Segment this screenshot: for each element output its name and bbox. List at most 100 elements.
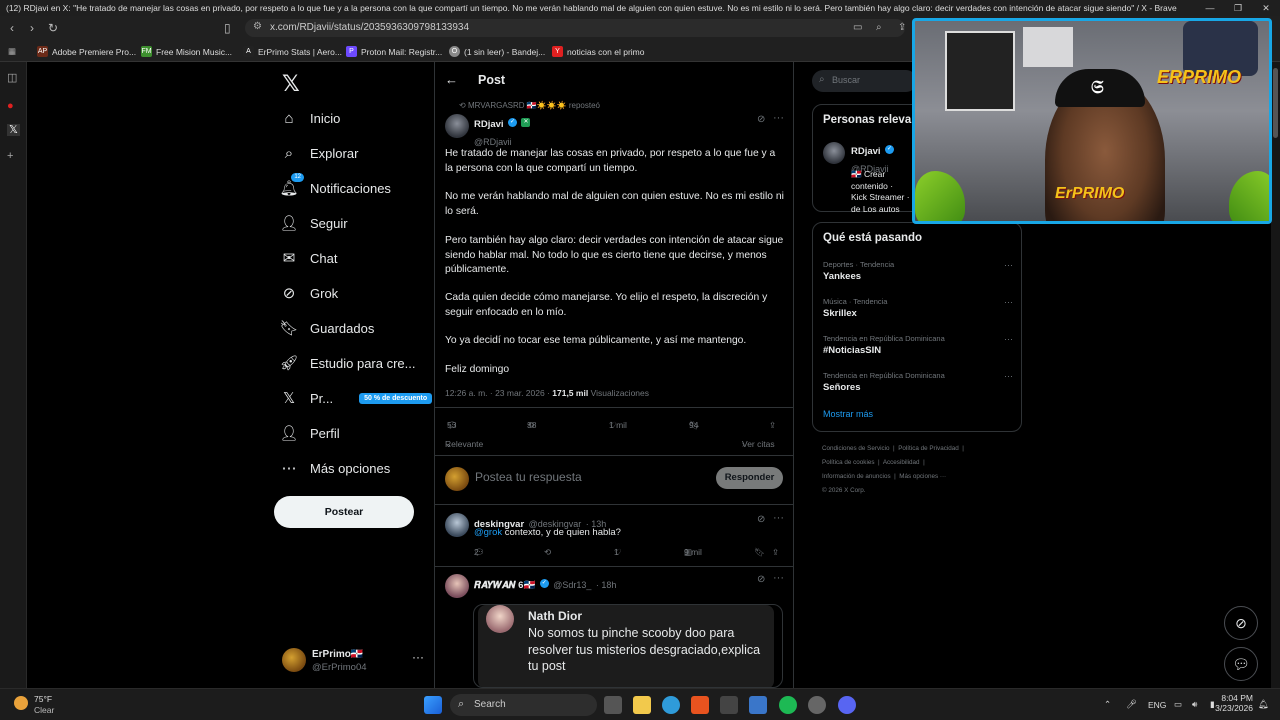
- volume-icon[interactable]: 🔊︎: [1192, 699, 1197, 710]
- search-input[interactable]: ⌕ Buscar: [812, 70, 917, 92]
- more-dots-icon[interactable]: ···: [1004, 334, 1013, 344]
- monitor-app-icon[interactable]: [749, 696, 767, 714]
- footer-link[interactable]: Accesibilidad: [883, 459, 920, 466]
- task-view-icon[interactable]: [604, 696, 622, 714]
- tray-chevron-icon[interactable]: ⌃: [1104, 699, 1111, 710]
- reply-author-name[interactable]: 𝑹𝑨𝒀𝑾𝑨𝑵 6🇩🇴: [474, 580, 535, 591]
- account-switcher[interactable]: ErPrimo🇩🇴 @ErPrimo04 ···: [280, 644, 430, 678]
- edge-icon[interactable]: [662, 696, 680, 714]
- discord-icon[interactable]: [838, 696, 856, 714]
- bookmark-item[interactable]: A ErPrimo Stats | Aero...: [243, 46, 342, 57]
- reload-icon[interactable]: ↻: [48, 21, 58, 35]
- bookmark-item[interactable]: AP Adobe Premiere Pro...: [37, 46, 136, 57]
- proton-icon: P: [346, 46, 357, 57]
- footer-link[interactable]: Política de cookies: [822, 459, 875, 466]
- more-dots-icon[interactable]: ···: [1004, 371, 1013, 381]
- page-scrollbar[interactable]: [1271, 62, 1280, 688]
- footer-link[interactable]: Condiciones de Servicio: [822, 445, 890, 452]
- avatar[interactable]: [823, 142, 845, 164]
- more-dots-icon[interactable]: ···: [412, 650, 424, 664]
- avatar[interactable]: [445, 513, 469, 537]
- trend-item[interactable]: Tendencia en República Dominicana #Notici…: [823, 334, 1013, 356]
- file-explorer-icon[interactable]: [633, 696, 651, 714]
- obs-icon[interactable]: [808, 696, 826, 714]
- nav-item-notificaciones[interactable]: 🔔︎ 12 Notificaciones: [279, 173, 391, 203]
- grok-explain-icon[interactable]: ⊘: [757, 114, 765, 125]
- minimize-icon[interactable]: —: [1196, 0, 1224, 16]
- nav-item-chat[interactable]: ✉ Chat: [280, 243, 338, 273]
- network-icon[interactable]: ▭: [1174, 699, 1182, 710]
- chat-fab[interactable]: 💬︎: [1224, 647, 1258, 681]
- person-name[interactable]: RDjavi: [851, 146, 881, 157]
- new-tab-icon[interactable]: +: [7, 150, 13, 162]
- bookmark-item[interactable]: O (1 sin leer) - Bandej...: [449, 46, 545, 57]
- nav-item-perfil[interactable]: 👤︎ Perfil: [279, 418, 339, 448]
- scrollbar-thumb[interactable]: [1273, 68, 1278, 138]
- more-dots-icon[interactable]: ···: [1004, 297, 1013, 307]
- x-logo-icon[interactable]: 𝕏: [282, 72, 300, 97]
- apps-grid-icon[interactable]: ▦: [8, 46, 16, 57]
- more-dots-icon[interactable]: ···: [1004, 260, 1013, 270]
- views-count: 171,5 mil: [552, 388, 589, 398]
- nav-item-estudio[interactable]: 🚀︎ Estudio para cre...: [279, 348, 415, 378]
- youtube-tab-icon[interactable]: ●: [7, 100, 14, 112]
- bookmark-item[interactable]: P Proton Mail: Registr...: [346, 46, 442, 57]
- trend-item[interactable]: Deportes · Tendencia Yankees ···: [823, 260, 1013, 282]
- trend-item[interactable]: Tendencia en República Dominicana Señores…: [823, 371, 1013, 393]
- address-bar[interactable]: ⚙ x.com/RDjavii/status/20359363097981339…: [245, 19, 905, 37]
- avatar[interactable]: [445, 574, 469, 598]
- notification-bell-icon[interactable]: 🔔︎: [1258, 699, 1269, 710]
- microphone-icon[interactable]: 🎤︎: [1126, 699, 1137, 710]
- more-dots-icon[interactable]: ···: [773, 112, 784, 124]
- more-dots-icon[interactable]: ···: [773, 572, 784, 584]
- post-timestamp[interactable]: 12:26 a. m. · 23 mar. 2026 ·: [445, 388, 550, 398]
- back-arrow-icon[interactable]: ←: [445, 72, 458, 87]
- taskbar-search[interactable]: ⌕ Search: [450, 694, 597, 716]
- nav-item-seguir[interactable]: 👤︎ Seguir: [279, 208, 347, 238]
- mention-link[interactable]: @grok: [474, 527, 502, 538]
- bookmark-item[interactable]: FM Free Mision Music...: [141, 46, 232, 57]
- quoted-image[interactable]: Nath Dior No somos tu pinche scooby doo …: [473, 604, 783, 688]
- reply-input[interactable]: Postea tu respuesta: [475, 470, 582, 484]
- trend-item[interactable]: Música · Tendencia Skrillex ···: [823, 297, 1013, 319]
- nav-item-premium[interactable]: 𝕏 Pr... 50 % de descuento: [280, 383, 433, 413]
- nav-item-explorar[interactable]: ⌕ Explorar: [280, 138, 359, 168]
- grok-fab[interactable]: ⊘: [1224, 606, 1258, 640]
- site-settings-icon[interactable]: ⚙: [253, 21, 262, 32]
- restore-icon[interactable]: ❐: [1224, 0, 1252, 16]
- post-button[interactable]: Postear: [274, 496, 414, 528]
- footer-link[interactable]: Más opciones ···: [899, 473, 946, 480]
- brave-icon[interactable]: [691, 696, 709, 714]
- share-icon[interactable]: ⇪: [898, 21, 906, 35]
- close-icon[interactable]: ✕: [1252, 0, 1280, 16]
- author-name[interactable]: RDjavi: [474, 119, 504, 130]
- author-avatar[interactable]: [445, 114, 469, 138]
- grok-explain-icon[interactable]: ⊘: [757, 514, 765, 525]
- nav-item-mas-opciones[interactable]: ⋯ Más opciones: [280, 453, 391, 483]
- outlook-icon: O: [449, 46, 460, 57]
- show-more-link[interactable]: Mostrar más: [823, 409, 873, 419]
- nav-item-inicio[interactable]: ⌂ Inicio: [280, 103, 340, 133]
- bookmark-item[interactable]: Ynoticias con el primo: [552, 46, 644, 57]
- nav-item-guardados[interactable]: 🔖︎ Guardados: [279, 313, 374, 343]
- back-arrow-icon[interactable]: ‹: [10, 21, 14, 35]
- forward-arrow-icon[interactable]: ›: [30, 21, 34, 35]
- nav-item-grok[interactable]: ⊘ Grok: [280, 278, 338, 308]
- grok-explain-icon[interactable]: ⊘: [757, 574, 765, 585]
- more-dots-icon[interactable]: ···: [773, 512, 784, 524]
- banana-left: [915, 171, 965, 221]
- zoom-icon[interactable]: ⌕: [876, 21, 882, 35]
- app-icon[interactable]: [720, 696, 738, 714]
- clock[interactable]: 8:04 PM 3/23/2026: [1213, 693, 1253, 713]
- windows-start-icon[interactable]: [424, 696, 442, 714]
- footer-link[interactable]: Información de anuncios: [822, 473, 891, 480]
- footer-link[interactable]: Política de Privacidad: [898, 445, 959, 452]
- chat-bubble-icon: 💬︎: [1232, 656, 1250, 672]
- bookmark-page-icon[interactable]: ▯: [224, 21, 231, 35]
- language-indicator[interactable]: ENG: [1148, 700, 1166, 710]
- reply-submit-button[interactable]: Responder: [716, 467, 783, 489]
- spotify-icon[interactable]: [779, 696, 797, 714]
- sidebar-toggle-icon[interactable]: ◫: [7, 72, 17, 84]
- x-tab-icon[interactable]: 𝕏: [7, 124, 20, 136]
- cast-icon[interactable]: ▭: [853, 21, 862, 35]
